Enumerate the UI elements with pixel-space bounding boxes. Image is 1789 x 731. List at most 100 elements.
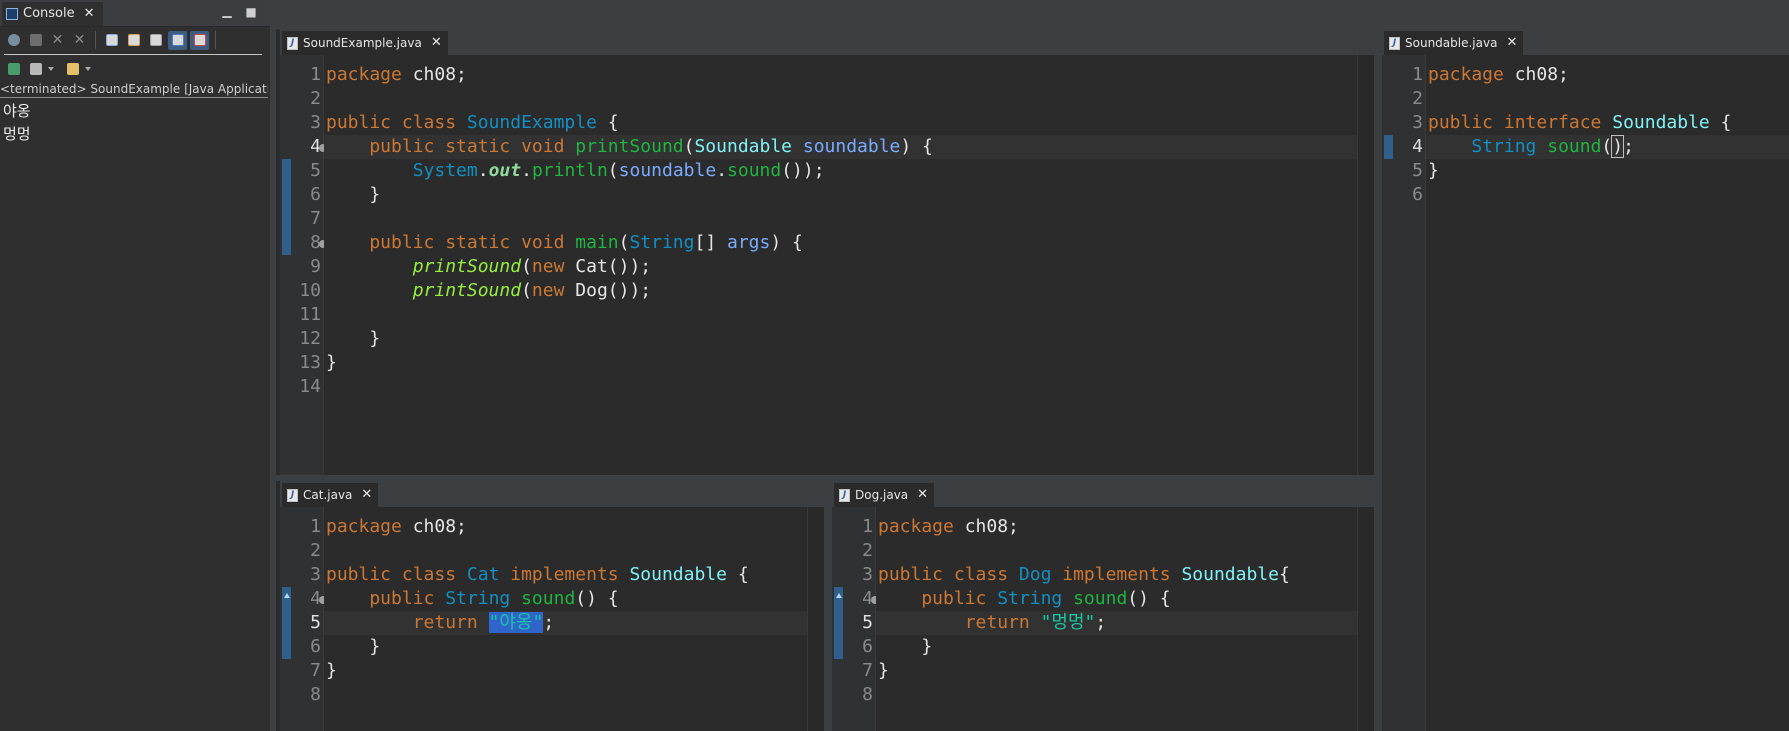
line-number: 5 — [862, 612, 873, 633]
line-number-gutter: 1 2 3 4 5 6 — [1395, 55, 1426, 731]
line-number: 7 — [862, 660, 873, 681]
remove-all-terminated-icon[interactable]: ✕ — [70, 31, 89, 50]
show-stderr-icon[interactable] — [190, 30, 209, 50]
line-number-gutter: 1 2 3 4 5 6 7 8 — [845, 507, 879, 731]
line-number-gutter: 1 2 3 4 5 6 7 8 9 10 11 12 13 14 — [293, 55, 327, 475]
java-file-icon: J — [839, 488, 850, 502]
code-line: package ch08; — [326, 516, 467, 537]
editor-cat: J Cat.java ✕ 1 2 3 4 5 6 7 8 package ch0… — [280, 481, 824, 731]
line-number: 5 — [310, 612, 321, 633]
close-icon[interactable]: ✕ — [917, 483, 928, 507]
line-number: 7 — [310, 208, 321, 229]
override-marker — [834, 587, 843, 659]
console-tabbar: Console ✕ ▁ ■ — [0, 0, 270, 27]
java-file-icon: J — [287, 36, 298, 50]
line-number: 5 — [1412, 160, 1423, 181]
code-line: public String sound() { — [878, 588, 1171, 609]
code-line: System.out.println(soundable.sound()); — [412, 160, 825, 181]
pin-console-icon[interactable] — [4, 60, 23, 79]
code-line-current: public static void printSound(Soundable … — [324, 135, 1358, 159]
editor-sash[interactable] — [1374, 29, 1382, 731]
toolbar-separator — [95, 31, 96, 49]
code-line: public String sound() { — [326, 588, 619, 609]
editor-sound-example: J SoundExample.java ✕ 1 2 3 4 5 6 7 8 9 … — [280, 29, 1374, 475]
code-line: public class Cat implements Soundable { — [326, 564, 749, 585]
editor-soundable: J Soundable.java ✕ 1 2 3 4 5 6 package c… — [1382, 29, 1789, 731]
code-line: } — [326, 184, 381, 205]
tab-dog[interactable]: J Dog.java ✕ — [834, 483, 935, 507]
console-status: <terminated> SoundExample [Java Applicat… — [0, 82, 268, 98]
overview-ruler — [1382, 55, 1395, 731]
open-console-icon[interactable] — [63, 60, 82, 79]
close-icon[interactable]: ✕ — [1506, 31, 1517, 55]
toolbar-divider — [4, 54, 262, 55]
line-number: 8 — [310, 232, 321, 253]
line-number: 1 — [1412, 64, 1423, 85]
terminate-icon[interactable] — [26, 31, 45, 50]
display-selected-console-icon[interactable] — [26, 60, 45, 79]
line-number: 4 — [862, 588, 873, 609]
chevron-down-icon[interactable] — [48, 67, 54, 71]
line-number: 2 — [1412, 88, 1423, 109]
relaunch-icon[interactable] — [4, 31, 23, 50]
code-line: package ch08; — [878, 516, 1019, 537]
remove-launch-icon[interactable]: ✕ — [48, 31, 67, 50]
line-number: 2 — [862, 540, 873, 561]
selected-text: "야옹" — [488, 612, 544, 633]
close-icon[interactable]: ✕ — [84, 2, 95, 26]
show-stdout-icon[interactable] — [168, 30, 187, 50]
line-number: 9 — [310, 256, 321, 277]
code-text-area[interactable]: package ch08; public class SoundExample … — [324, 55, 1358, 475]
line-number: 4 — [310, 588, 321, 609]
override-marker — [282, 587, 291, 659]
minimize-icon[interactable]: ▁ — [220, 4, 234, 18]
chevron-down-icon[interactable] — [85, 67, 91, 71]
console-output-line: 멍멍 — [3, 125, 31, 143]
editor-sash[interactable] — [824, 481, 832, 731]
close-icon[interactable]: ✕ — [361, 483, 372, 507]
editor-body: 1 2 3 4 5 6 7 8 9 10 11 12 13 14 package… — [280, 55, 1374, 475]
scroll-lock-icon[interactable] — [124, 31, 143, 50]
clear-console-icon[interactable] — [102, 31, 121, 50]
editor-body: 1 2 3 4 5 6 7 8 package ch08; public cla… — [280, 507, 824, 731]
code-text-area[interactable]: package ch08; public class Cat implement… — [324, 507, 808, 731]
editor-body: 1 2 3 4 5 6 package ch08; public interfa… — [1382, 55, 1789, 731]
code-line: } — [326, 636, 381, 657]
line-number: 14 — [299, 376, 321, 397]
overview-ruler — [280, 55, 293, 475]
tab-soundable[interactable]: J Soundable.java ✕ — [1384, 31, 1524, 55]
vertical-scrollbar[interactable] — [1357, 55, 1374, 475]
code-line-current: return "야옹"; — [324, 611, 808, 635]
editor-tabbar: J SoundExample.java ✕ — [280, 29, 1374, 55]
line-number: 3 — [1412, 112, 1423, 133]
word-wrap-icon[interactable] — [146, 31, 165, 50]
line-number: 6 — [862, 636, 873, 657]
line-number: 8 — [862, 684, 873, 705]
code-line: public class SoundExample { — [326, 112, 619, 133]
line-number: 1 — [310, 64, 321, 85]
code-line: public class Dog implements Soundable{ — [878, 564, 1290, 585]
vertical-scrollbar[interactable] — [807, 507, 824, 731]
editor-tabbar: J Cat.java ✕ — [280, 481, 824, 507]
code-line: printSound(new Dog()); — [412, 280, 652, 301]
console-tab-label: Console — [23, 6, 75, 21]
code-text-area[interactable]: package ch08; public interface Soundable… — [1426, 55, 1789, 731]
tab-label: Dog.java — [855, 488, 909, 502]
console-tab[interactable]: Console ✕ — [2, 2, 103, 26]
code-line: public static void main(String[] args) { — [326, 232, 803, 253]
line-number: 2 — [310, 88, 321, 109]
view-sash[interactable] — [270, 0, 276, 731]
close-icon[interactable]: ✕ — [431, 31, 442, 55]
editor-body: 1 2 3 4 5 6 7 8 package ch08; public cla… — [832, 507, 1374, 731]
console-toolbar-row2 — [4, 58, 91, 80]
line-number: 10 — [299, 280, 321, 301]
maximize-icon[interactable]: ■ — [244, 5, 258, 19]
code-line: printSound(new Cat()); — [412, 256, 652, 277]
line-number: 4 — [310, 136, 321, 157]
code-text-area[interactable]: package ch08; public class Dog implement… — [876, 507, 1358, 731]
tab-cat[interactable]: J Cat.java ✕ — [282, 483, 379, 507]
tab-label: SoundExample.java — [303, 36, 422, 50]
tab-sound-example[interactable]: J SoundExample.java ✕ — [282, 31, 448, 55]
vertical-scrollbar[interactable] — [1357, 507, 1374, 731]
line-number: 3 — [310, 564, 321, 585]
